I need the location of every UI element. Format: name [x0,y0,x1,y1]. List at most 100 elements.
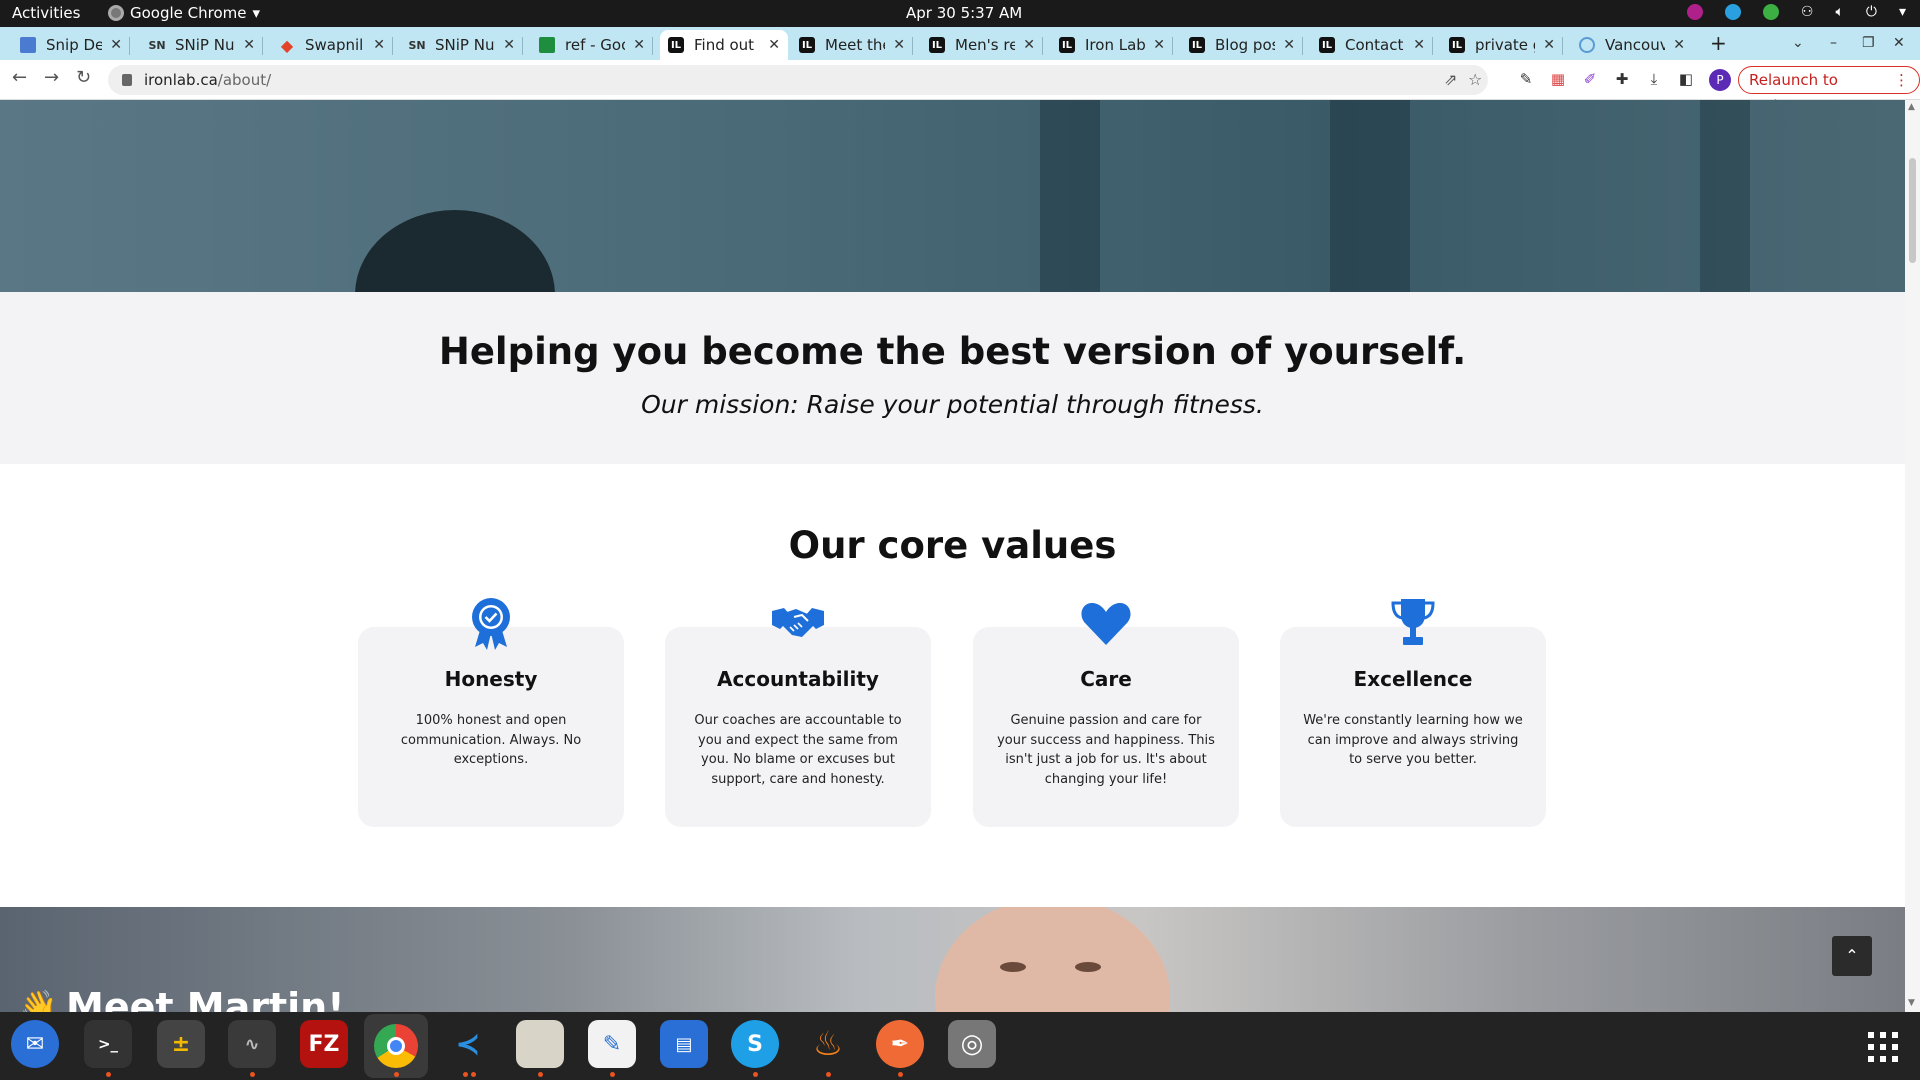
calculator-icon[interactable]: ± [157,1020,205,1068]
tab-title: Snip Deta [46,36,103,54]
value-title: Honesty [444,667,538,691]
thunderbird-icon[interactable]: ✉ [11,1020,59,1068]
relaunch-button[interactable]: Relaunch to update⋮ [1738,66,1920,115]
page-scrollbar[interactable]: ▲ ▼ [1905,100,1920,1012]
close-icon[interactable]: ✕ [1413,37,1425,53]
terminal-icon[interactable]: >_ [84,1020,132,1068]
scroll-up-arrow[interactable]: ▲ [1908,102,1915,112]
tab-5-active[interactable]: IL Find out m ✕ [660,30,788,60]
value-card-excellence: Excellence We're constantly learning how… [1280,599,1546,827]
close-icon[interactable]: ✕ [503,37,515,53]
tab-12[interactable]: Vancouve ✕ [1571,30,1693,60]
close-icon[interactable]: ✕ [633,37,645,53]
scroll-to-top-button[interactable]: ⌃ [1832,936,1872,976]
chrome-icon[interactable] [364,1014,428,1078]
value-card-accountability: Accountability Our coaches are accountab… [665,608,931,827]
check-icon[interactable] [1762,4,1779,20]
page-viewport[interactable]: Helping you become the best version of y… [0,100,1905,1012]
system-monitor-icon[interactable]: ∿ [228,1020,276,1068]
power-icon[interactable]: ⏻ [1866,4,1877,20]
globe-icon [1579,37,1595,53]
tab-4[interactable]: ref - Goog ✕ [531,30,653,60]
new-tab-button[interactable]: + [1710,27,1727,60]
pen-icon[interactable]: ✒ [876,1020,924,1068]
skype-icon[interactable]: S [731,1020,779,1068]
close-icon[interactable]: ✕ [1023,37,1035,53]
vscode-icon[interactable]: ≺ [444,1020,492,1068]
pen-extension-icon[interactable]: ✐ [1581,70,1599,88]
tab-6[interactable]: IL Meet the ✕ [791,30,913,60]
scroll-down-arrow[interactable]: ▼ [1908,998,1915,1008]
filezilla-icon[interactable]: FZ [300,1020,348,1068]
running-indicator [753,1072,758,1077]
profile-avatar[interactable]: P [1709,69,1731,91]
restore-icon[interactable]: ❐ [1862,27,1875,60]
calendar-extension-icon[interactable]: ▦ [1549,70,1567,88]
document-viewer-icon[interactable]: ▤ [660,1020,708,1068]
network-icon[interactable]: ⚇ [1801,4,1814,20]
reload-icon[interactable]: ↻ [76,67,91,88]
tab-8[interactable]: IL Iron Lab p ✕ [1051,30,1173,60]
eyedropper-extension-icon[interactable]: ✎ [1517,70,1535,88]
bookmark-star-icon[interactable]: ☆ [1468,70,1482,89]
clock[interactable]: Apr 30 5:37 AM [906,4,1022,22]
kebab-menu-icon[interactable]: ⋮ [1894,67,1909,93]
tab-9[interactable]: IL Blog post ✕ [1181,30,1303,60]
value-text: We're constantly learning how we can imp… [1303,713,1523,767]
chevron-down-icon[interactable]: ▾ [1899,4,1906,20]
close-icon[interactable]: ✕ [1153,37,1165,53]
tab-1[interactable]: SN SNiP Nutr ✕ [141,30,263,60]
hero-pillar [1040,100,1100,292]
volume-icon[interactable]: 🔈︎ [1835,4,1843,20]
sync-icon[interactable] [1724,4,1741,20]
close-icon[interactable]: ✕ [893,37,905,53]
close-icon[interactable]: ✕ [110,37,122,53]
tab-11[interactable]: IL private gy ✕ [1441,30,1563,60]
ironlab-icon: IL [668,37,684,53]
extensions-puzzle-icon[interactable]: ✚ [1613,70,1631,88]
ironlab-icon: IL [929,37,945,53]
tab-7[interactable]: IL Men's res ✕ [921,30,1043,60]
grid-dot [1868,1032,1874,1038]
close-icon[interactable]: ✕ [1673,37,1685,53]
close-window-icon[interactable]: ✕ [1893,27,1905,60]
files-icon[interactable] [516,1020,564,1068]
ironlab-icon: IL [799,37,815,53]
share-icon[interactable]: ⇗ [1444,70,1457,89]
tab-3[interactable]: SN SNiP Nutr ✕ [401,30,523,60]
system-tray[interactable]: ⚇ 🔈︎ ⏻ ▾ [1686,4,1906,20]
close-icon[interactable]: ✕ [1543,37,1555,53]
app-menu[interactable]: Google Chrome ▾ [108,4,260,22]
tab-0[interactable]: Snip Deta ✕ [12,30,130,60]
tab-title: Contact u [1345,36,1405,54]
ember-icon[interactable]: ♨ [804,1020,852,1068]
close-icon[interactable]: ✕ [373,37,385,53]
ironlab-icon: IL [1189,37,1205,53]
tab-10[interactable]: IL Contact u ✕ [1311,30,1433,60]
close-icon[interactable]: ✕ [243,37,255,53]
minimize-icon[interactable]: – [1830,27,1837,60]
running-indicator [826,1072,831,1077]
scrollbar-thumb[interactable] [1909,158,1916,263]
core-values-title: Our core values [788,524,1117,567]
address-bar[interactable]: ironlab.ca/about/ ⇗ ☆ [108,65,1488,95]
activities-button[interactable]: Activities [12,4,80,22]
text-editor-icon[interactable]: ✎ [588,1020,636,1068]
back-icon[interactable]: ← [12,67,27,88]
app-indicator-icon[interactable] [1686,4,1703,20]
download-icon[interactable]: ⤓ [1645,70,1663,88]
value-card-care: Care Genuine passion and care for your s… [973,603,1239,827]
forward-icon[interactable]: → [44,67,59,88]
doc-icon [20,37,36,53]
side-panel-icon[interactable]: ◧ [1677,70,1695,88]
disk-icon[interactable]: ◎ [948,1020,996,1068]
tab-search-icon[interactable]: ⌄ [1792,27,1804,60]
tab-title: Men's res [955,36,1016,54]
close-icon[interactable]: ✕ [1283,37,1295,53]
tab-2[interactable]: ◆ Swapnil L ✕ [271,30,393,60]
close-icon[interactable]: ✕ [768,37,780,53]
show-applications-icon[interactable] [1868,1032,1900,1064]
chrome-logo [374,1024,418,1068]
hero-image [0,100,1905,292]
lock-icon[interactable] [122,74,132,86]
